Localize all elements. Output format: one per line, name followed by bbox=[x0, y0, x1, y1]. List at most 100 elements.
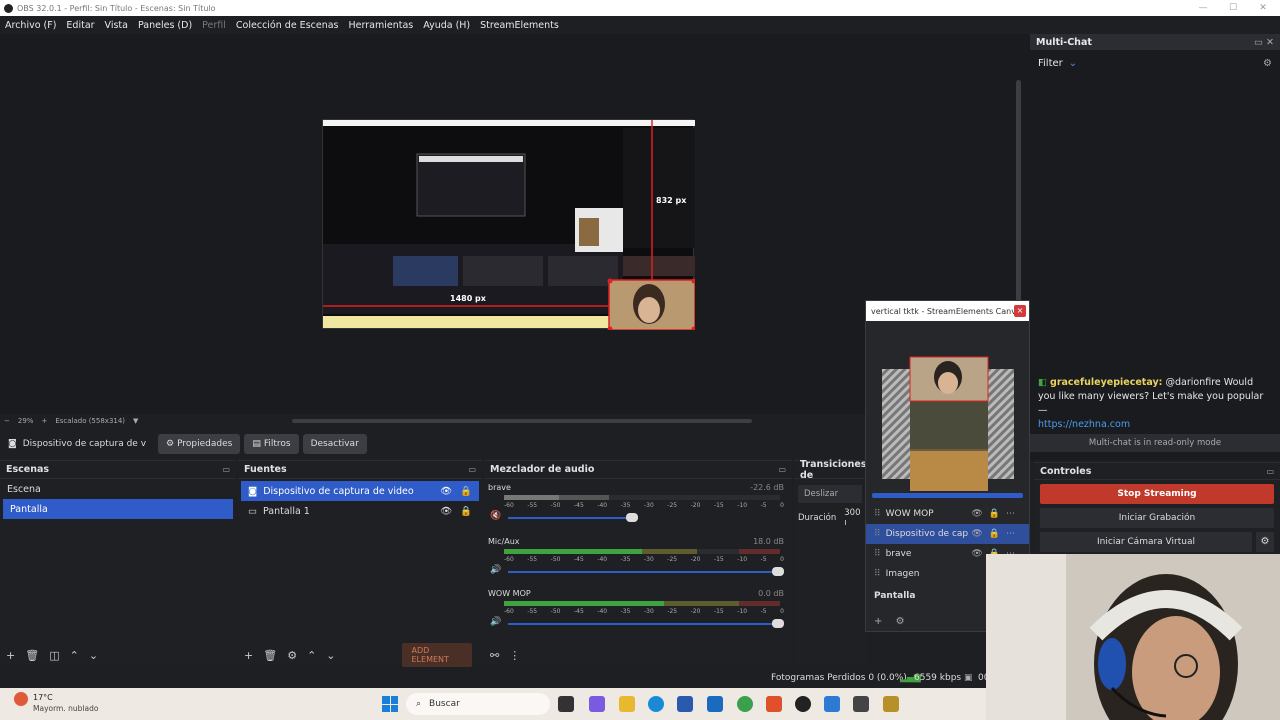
filters-button[interactable]: ▤ Filtros bbox=[244, 434, 299, 454]
obs-icon[interactable] bbox=[795, 696, 811, 712]
zoom-out-button[interactable]: − bbox=[0, 417, 14, 425]
duration-input[interactable]: 300 ı bbox=[844, 508, 862, 528]
up-icon[interactable]: ⌃ bbox=[307, 649, 316, 662]
scale-dropdown-icon[interactable]: ▼ bbox=[129, 417, 142, 425]
brave-icon[interactable] bbox=[766, 696, 782, 712]
stop-streaming-button[interactable]: Stop Streaming bbox=[1040, 484, 1274, 504]
gear-icon[interactable]: ⚙ bbox=[896, 616, 905, 627]
down-icon[interactable]: ⌄ bbox=[89, 649, 98, 662]
add-icon[interactable]: + bbox=[874, 616, 882, 627]
preview-canvas[interactable] bbox=[322, 119, 697, 332]
app-icon[interactable] bbox=[824, 696, 840, 712]
popout-icon[interactable]: ▭ bbox=[778, 465, 786, 474]
speaker-icon[interactable]: 🔊 bbox=[490, 617, 501, 627]
filter-dropdown[interactable]: Filter bbox=[1038, 58, 1063, 69]
properties-button[interactable]: ⚙ Propiedades bbox=[158, 434, 241, 454]
vertical-canvas-preview[interactable] bbox=[866, 321, 1031, 491]
menu-vista[interactable]: Vista bbox=[100, 20, 133, 31]
store-icon[interactable] bbox=[677, 696, 693, 712]
popout-icon[interactable]: ▭ bbox=[468, 465, 476, 474]
volume-slider[interactable] bbox=[508, 571, 782, 573]
task-view-icon[interactable] bbox=[558, 696, 574, 712]
menu-paneles[interactable]: Paneles (D) bbox=[133, 20, 197, 31]
down-icon[interactable]: ⌄ bbox=[326, 649, 335, 662]
eye-icon[interactable]: 👁 bbox=[440, 506, 452, 517]
close-icon[interactable]: × bbox=[1014, 305, 1026, 317]
taskbar-search[interactable]: ⌕ Buscar bbox=[406, 693, 550, 715]
source-item-selected[interactable]: ◙ Dispositivo de captura de video 👁 🔒 bbox=[241, 481, 479, 501]
filter-icon[interactable]: ◫ bbox=[49, 649, 59, 662]
layer-actions-icon[interactable]: 👁🔒⋯ bbox=[971, 529, 1021, 539]
menu-ayuda[interactable]: Ayuda (H) bbox=[418, 20, 475, 31]
file-explorer-icon[interactable] bbox=[619, 696, 635, 712]
layer-actions-icon[interactable]: 👁🔒⋯ bbox=[971, 509, 1021, 519]
horizontal-scrollbar[interactable] bbox=[292, 419, 753, 423]
copilot-icon[interactable] bbox=[589, 696, 605, 712]
muted-speaker-icon[interactable]: 🔇 bbox=[490, 511, 501, 521]
menu-archivo[interactable]: Archivo (F) bbox=[0, 20, 61, 31]
scene-item-selected[interactable]: Pantalla bbox=[3, 499, 233, 519]
menu-perfil[interactable]: Perfil bbox=[197, 20, 231, 31]
lock-icon[interactable]: 🔒 bbox=[460, 506, 472, 517]
drag-handle-icon[interactable]: ⠿ bbox=[874, 509, 881, 519]
start-recording-button[interactable]: Iniciar Grabación bbox=[1040, 508, 1274, 528]
lock-icon[interactable]: 🔒 bbox=[460, 486, 472, 497]
drag-handle-icon[interactable]: ⠿ bbox=[874, 529, 881, 539]
link-icon[interactable]: ⚯ bbox=[490, 649, 499, 662]
eye-icon[interactable]: 👁 bbox=[440, 486, 452, 497]
volume-slider-knob[interactable] bbox=[626, 513, 638, 522]
volume-slider[interactable] bbox=[508, 517, 628, 519]
volume-slider[interactable] bbox=[508, 623, 782, 625]
source-item[interactable]: ▭ Pantalla 1 👁 🔒 bbox=[241, 501, 479, 521]
gear-icon[interactable]: ⚙ bbox=[287, 649, 297, 662]
layer-item-selected[interactable]: ⠿ Dispositivo de cap 👁🔒⋯ bbox=[866, 524, 1029, 544]
speaker-icon[interactable]: 🔊 bbox=[490, 565, 501, 575]
capcut-icon[interactable] bbox=[853, 696, 869, 712]
volume-slider-knob[interactable] bbox=[772, 619, 784, 628]
window-titlebar: OBS 32.0.1 - Perfil: Sin Título - Escena… bbox=[0, 0, 1280, 16]
add-icon[interactable]: + bbox=[6, 649, 15, 662]
edge-icon[interactable] bbox=[648, 696, 664, 712]
add-icon[interactable]: + bbox=[244, 649, 253, 662]
popout-icon[interactable]: ▭ bbox=[222, 465, 230, 474]
zoom-in-button[interactable]: + bbox=[37, 417, 51, 425]
layer-item[interactable]: ⠿ WOW MOP 👁🔒⋯ bbox=[866, 504, 1029, 524]
wow-icon[interactable] bbox=[883, 696, 899, 712]
menu-coleccion-escenas[interactable]: Colección de Escenas bbox=[231, 20, 344, 31]
windows-start-icon[interactable] bbox=[382, 696, 398, 712]
deactivate-button[interactable]: Desactivar bbox=[302, 434, 367, 454]
minimize-icon[interactable]: — bbox=[1188, 0, 1218, 16]
channel-name: WOW MOP bbox=[488, 589, 531, 598]
chat-message: ◧ gracefuleyepiecetay: @darionfire Would… bbox=[1038, 376, 1272, 432]
menu-editar[interactable]: Editar bbox=[61, 20, 99, 31]
layer-label: Dispositivo de cap bbox=[885, 529, 969, 539]
volume-slider-knob[interactable] bbox=[772, 567, 784, 576]
scene-item[interactable]: Escena bbox=[0, 479, 236, 499]
preview-scrollbar[interactable] bbox=[1016, 80, 1021, 310]
popout-close-icons[interactable]: ▭ ✕ bbox=[1254, 37, 1274, 48]
outlook-icon[interactable] bbox=[707, 696, 723, 712]
gear-icon[interactable]: ⚙ bbox=[1263, 58, 1272, 69]
chat-link[interactable]: https://nezhna.com bbox=[1038, 419, 1130, 430]
drag-handle-icon[interactable]: ⠿ bbox=[874, 549, 881, 559]
source-label: Dispositivo de captura de video bbox=[263, 485, 414, 497]
drag-handle-icon[interactable]: ⠿ bbox=[874, 569, 881, 579]
chrome-icon[interactable] bbox=[737, 696, 753, 712]
maximize-icon[interactable]: ☐ bbox=[1218, 0, 1248, 16]
chevron-down-icon[interactable]: ⌄ bbox=[1069, 58, 1077, 69]
add-element-button[interactable]: ADD ELEMENT bbox=[401, 643, 472, 667]
trash-icon[interactable]: 🗑 bbox=[263, 649, 277, 662]
chat-username[interactable]: gracefuleyepiecetay: bbox=[1050, 377, 1162, 388]
menu-herramientas[interactable]: Herramientas bbox=[344, 20, 419, 31]
transition-type-select[interactable]: Deslizar bbox=[798, 485, 862, 503]
gear-icon[interactable]: ⚙ bbox=[1256, 532, 1274, 552]
virtual-camera-button[interactable]: Iniciar Cámara Virtual bbox=[1040, 532, 1252, 552]
selected-source: ◙ Dispositivo de captura de v bbox=[0, 434, 154, 454]
menu-streamelements[interactable]: StreamElements bbox=[475, 20, 564, 31]
close-icon[interactable]: ✕ bbox=[1248, 0, 1278, 16]
trash-icon[interactable]: 🗑 bbox=[25, 649, 39, 662]
up-icon[interactable]: ⌃ bbox=[70, 649, 79, 662]
more-icon[interactable]: ⋮ bbox=[509, 649, 520, 662]
popout-icon[interactable]: ▭ bbox=[1266, 467, 1274, 476]
weather-icon[interactable] bbox=[14, 692, 28, 706]
